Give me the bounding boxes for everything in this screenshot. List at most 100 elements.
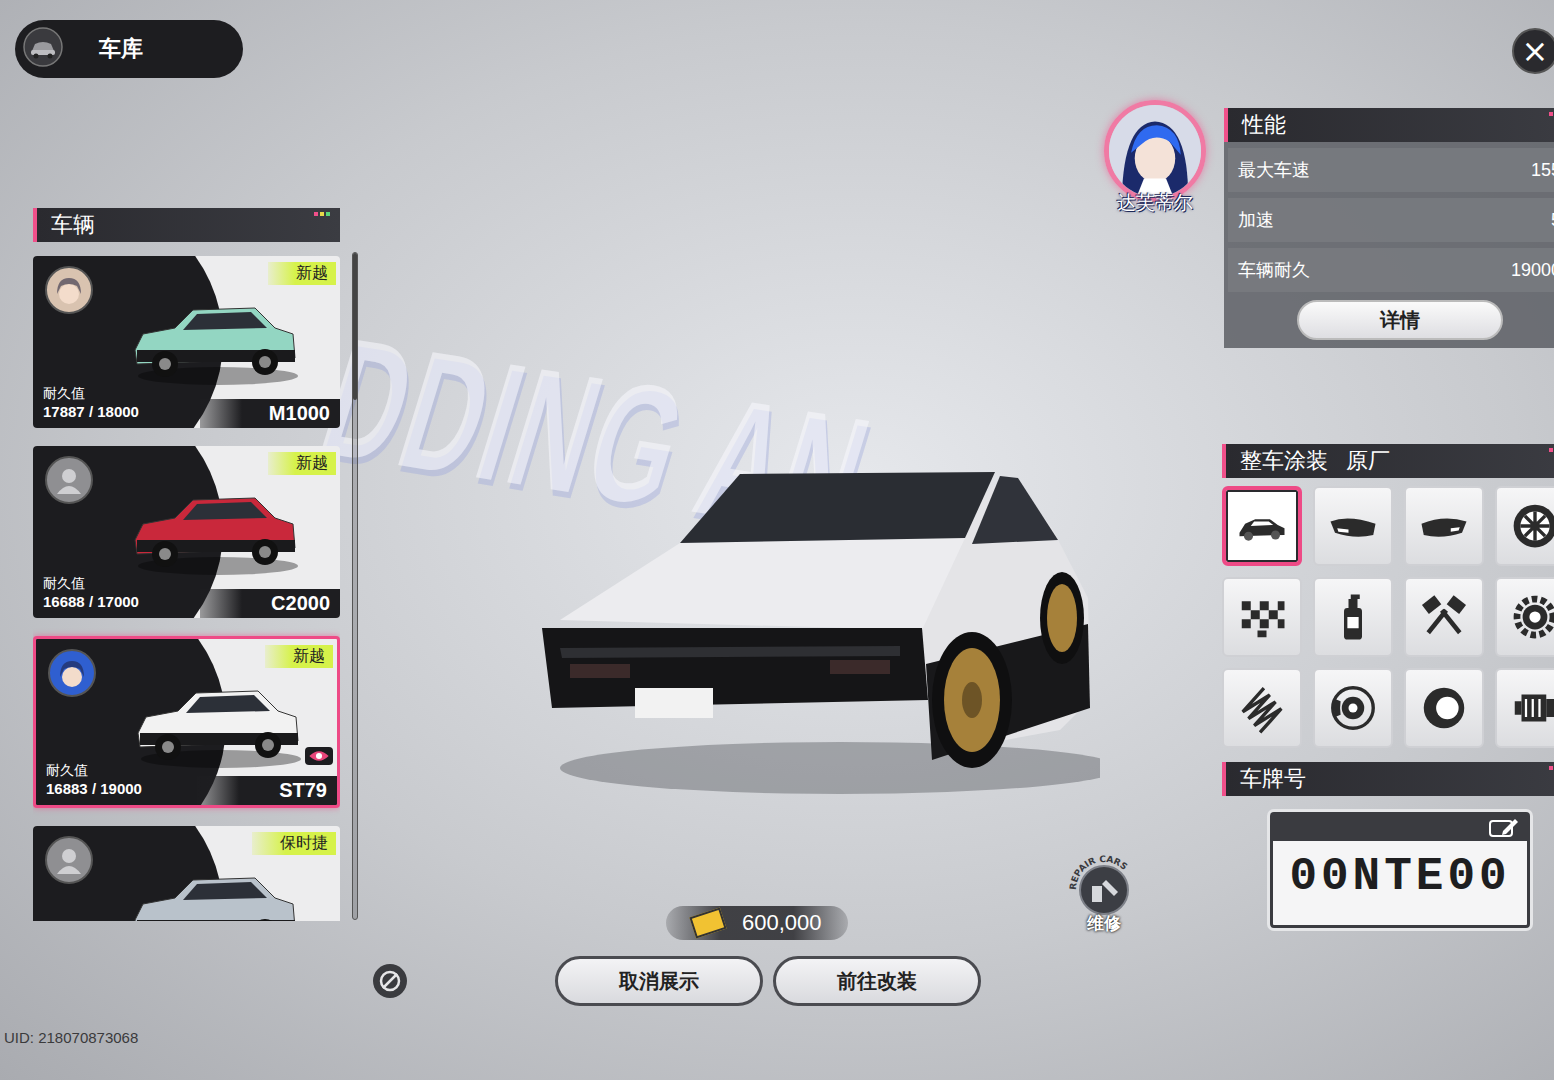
stat-label: 最大车速	[1238, 158, 1310, 182]
close-button[interactable]: ×	[1512, 28, 1554, 74]
gear-icon	[1508, 590, 1554, 644]
paint-header: 整车涂装原厂	[1222, 444, 1554, 478]
action-button[interactable]: 前往改装	[773, 956, 981, 1006]
top-row: 达芙蒂尔 性能最大车速 155 加速 5 车辆耐久19000 详情	[1100, 100, 1554, 348]
tuning-tile[interactable]	[1495, 486, 1554, 566]
performance-header: 性能	[1224, 108, 1554, 142]
tuning-tile[interactable]	[1222, 486, 1302, 566]
stat-row: 加速 5	[1228, 198, 1554, 242]
garage-title: 车库	[99, 34, 143, 64]
ticket-icon	[689, 908, 726, 939]
stat-label: 加速	[1238, 208, 1274, 232]
locked-avatar-icon	[47, 838, 91, 882]
stat-row: 最大车速 155	[1228, 148, 1554, 192]
edit-icon[interactable]	[1489, 818, 1519, 838]
durability: 耐久值16883 / 19000	[46, 762, 142, 797]
durability-label: 耐久值	[43, 385, 139, 403]
header-dots	[1549, 112, 1554, 116]
hide-ui-icon	[372, 963, 408, 999]
character-icon	[47, 268, 91, 312]
durability: 耐久值17887 / 18000	[43, 385, 139, 420]
vehicle-list: 新越耐久值17887 / 18000M1000新越耐久值16688 / 1700…	[33, 252, 340, 921]
brand-tag: 新越	[268, 452, 336, 475]
vehicle-model: C2000	[200, 589, 340, 618]
tuning-tile[interactable]	[1404, 577, 1484, 657]
vehicle-picture	[123, 478, 303, 578]
paint-section: 整车涂装原厂	[1222, 444, 1554, 748]
tuning-tile[interactable]	[1495, 668, 1554, 748]
header-dots	[314, 212, 330, 216]
tuning-grid	[1222, 486, 1554, 748]
durability-label: 耐久值	[43, 575, 139, 593]
rear-bumper-icon	[1417, 499, 1471, 553]
tuning-tile[interactable]	[1313, 668, 1393, 748]
durability-value: 16688 / 17000	[43, 593, 139, 610]
tuning-tile[interactable]	[1404, 486, 1484, 566]
stat-value: 155	[1531, 160, 1554, 181]
vehicle-picture	[126, 671, 306, 771]
tuning-tile[interactable]	[1222, 668, 1302, 748]
performance-panel: 性能最大车速 155 加速 5 车辆耐久19000 详情	[1224, 108, 1554, 348]
vehicle-card[interactable]: 保时捷	[33, 826, 340, 921]
vehicle-panel-header: 车辆	[33, 208, 340, 242]
layout: 车库车辆新越耐久值17887 / 18000M1000新越耐久值16688 / …	[0, 0, 1554, 1080]
close-row: ×	[1100, 28, 1554, 74]
plate-number: 00NTE00	[1273, 841, 1527, 925]
tuning-tile[interactable]	[1495, 577, 1554, 657]
tuning-tile[interactable]	[1404, 668, 1484, 748]
user-id: UID: 218070873068	[4, 1029, 360, 1046]
vehicle-panel: 车辆新越耐久值17887 / 18000M1000新越耐久值16688 / 17…	[33, 208, 360, 921]
locked-avatar-icon	[47, 458, 91, 502]
car-stage: 600,000取消展示前往改装REPAIR CARS维修	[360, 0, 1100, 1080]
driver[interactable]: 达芙蒂尔	[1100, 100, 1210, 348]
durability-label: 耐久值	[46, 762, 142, 780]
garage-car-icon	[23, 27, 63, 71]
repair-button[interactable]: REPAIR CARS 维修	[1064, 850, 1144, 935]
driver-avatar	[45, 836, 93, 884]
vehicle-model: ST79	[197, 776, 337, 805]
action-row: 取消展示前往改装	[360, 956, 1100, 1006]
durability-value: 16883 / 19000	[46, 780, 142, 797]
repair-label: 维修	[1087, 912, 1121, 935]
license-plate[interactable]: 00NTE00	[1270, 812, 1530, 928]
driver-portrait	[1104, 100, 1206, 202]
durability-value: 17887 / 18000	[43, 403, 139, 420]
repair-icon: REPAIR CARS	[1064, 850, 1144, 920]
vehicle-card[interactable]: 新越耐久值16688 / 17000 C2000	[33, 446, 340, 618]
driver-name: 达芙蒂尔	[1117, 190, 1193, 216]
engine-icon	[1508, 681, 1554, 735]
header-dots	[1549, 448, 1554, 452]
stat-row: 车辆耐久19000	[1228, 248, 1554, 292]
vehicle-card[interactable]: 新越耐久值16883 / 19000 ST79	[33, 636, 340, 808]
body-icon	[1235, 499, 1289, 553]
scrollbar-thumb[interactable]	[353, 253, 357, 400]
left-column: 车库车辆新越耐久值17887 / 18000M1000新越耐久值16688 / …	[0, 0, 360, 1080]
character-icon	[50, 651, 94, 695]
driver-avatar	[45, 456, 93, 504]
garage-title-bar[interactable]: 车库	[15, 20, 243, 78]
svg-text:REPAIR CARS: REPAIR CARS	[1068, 854, 1129, 890]
spray-icon	[1326, 590, 1380, 644]
stat-value: 19000	[1511, 260, 1554, 281]
tuning-tile[interactable]	[1313, 486, 1393, 566]
rim-icon	[1508, 499, 1554, 553]
driver-character-icon	[1109, 105, 1201, 197]
hide-ui-button[interactable]	[372, 963, 408, 999]
plate-section: 车牌号 00NTE00	[1222, 762, 1554, 928]
header-dots	[1549, 766, 1554, 770]
action-button[interactable]: 取消展示	[555, 956, 763, 1006]
tire-icon	[1417, 681, 1471, 735]
brand-tag: 新越	[265, 645, 333, 668]
plate-header: 车牌号	[1222, 762, 1554, 796]
vehicle-panel-title: 车辆	[51, 210, 95, 240]
vehicle-card[interactable]: 新越耐久值17887 / 18000M1000	[33, 256, 340, 428]
piston-icon	[1417, 590, 1471, 644]
vehicle-scrollbar[interactable]	[352, 252, 358, 920]
details-button[interactable]: 详情	[1297, 300, 1503, 340]
car-picture[interactable]	[540, 468, 1100, 798]
plate-title: 车牌号	[1240, 764, 1306, 794]
driver-avatar	[45, 266, 93, 314]
tuning-tile[interactable]	[1222, 577, 1302, 657]
tuning-tile[interactable]	[1313, 577, 1393, 657]
stat-value: 5	[1551, 210, 1554, 231]
